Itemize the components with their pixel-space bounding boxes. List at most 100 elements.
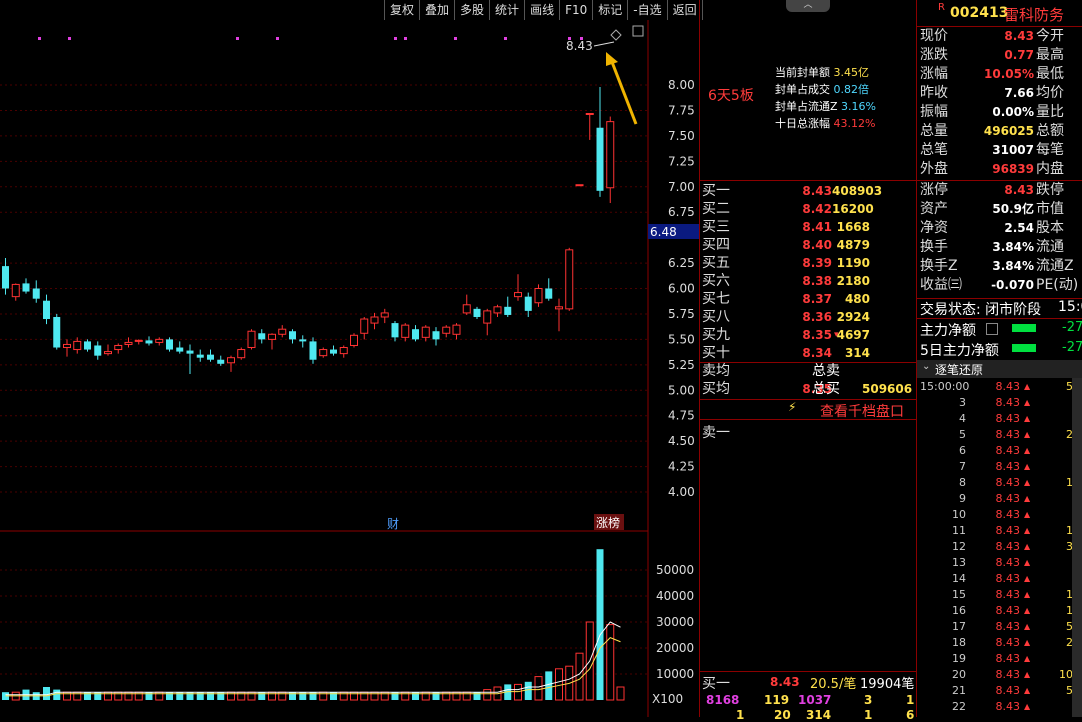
price-tick-label: 7.75 [668, 103, 695, 117]
kline-chart[interactable]: 8.00 7.75 7.50 7.25 7.00 6.75 6.25 6.00 5.75 5.50… [0, 0, 700, 717]
tick-price: 8.43 [995, 636, 1021, 649]
candle-body [350, 334, 358, 346]
collapse-panel-button[interactable]: ︿ [786, 0, 830, 12]
bid-row[interactable]: 买九 8.35 ▾ 4697 [702, 326, 914, 344]
tick-time: 17 [952, 620, 966, 633]
bid-row[interactable]: 买十 8.34 314 [702, 344, 914, 362]
event-dot [38, 37, 41, 40]
quote-value: 0.77 [1004, 48, 1034, 62]
main-net-bar [1012, 324, 1036, 332]
quote-label: 流通 [1036, 239, 1064, 255]
bid-label: 买五 [702, 255, 730, 271]
thousand-level-link[interactable]: 查看千档盘口 [820, 401, 904, 421]
tick-time: 14 [952, 572, 966, 585]
bid-price: 8.37 [802, 292, 832, 306]
bid-row[interactable]: 买三 8.41 1668 [702, 218, 914, 236]
volume-bar [596, 549, 604, 700]
divider [917, 318, 1082, 319]
price-tick-label: 7.25 [668, 154, 695, 168]
quote-label: 换手 [920, 239, 948, 255]
volume-tick-label: 40000 [656, 589, 694, 603]
price-tick-label: 5.75 [668, 307, 695, 321]
candle-body [237, 349, 246, 359]
quote-label: 昨收 [920, 85, 948, 101]
bid-row[interactable]: 买五 8.39 1190 [702, 254, 914, 272]
candle-body [339, 347, 348, 355]
bid-volume: 408903 [832, 184, 883, 198]
candle-body [104, 351, 112, 355]
price-tick-label: 4.25 [668, 460, 695, 474]
candle-body [207, 354, 214, 360]
toolbar-mark-button[interactable]: 标记 [593, 0, 629, 20]
candle-body [217, 359, 225, 364]
bottom-buy1-count: 19904笔 [860, 677, 915, 692]
toolbar-back-button[interactable]: 返回 [667, 0, 703, 20]
candle-body [545, 288, 553, 299]
toolbar-f10-button[interactable]: F10 [560, 0, 594, 20]
tick-row: 98.43▲1 [920, 491, 1080, 507]
toolbar-stats-button[interactable]: 统计 [490, 0, 526, 20]
volume-tick-label: 10000 [656, 667, 694, 681]
candle-body [73, 340, 82, 351]
volume-bar [483, 689, 492, 701]
toolbar-multistock-button[interactable]: 多股 [455, 0, 491, 20]
bid-label: 买十 [702, 345, 730, 361]
candle-body [596, 127, 604, 191]
tick-header[interactable]: ⌄ 逐笔还原 [917, 360, 1082, 378]
bid-price: 8.42 [802, 202, 832, 216]
candle-body [421, 326, 430, 338]
quote-label: 市值 [1036, 201, 1064, 217]
bid-label: 买一 [702, 183, 730, 199]
quote-row: 现价 8.43 今开 [920, 27, 1082, 46]
event-dot [394, 37, 397, 40]
candle-body [278, 328, 287, 335]
quote-row: 外盘 96839 内盘 [920, 160, 1082, 179]
price-tick-label: 8.00 [668, 78, 695, 92]
bottom-buy1-avg: 20.5/笔 [810, 677, 857, 692]
candle-body [94, 345, 102, 356]
tick-row: 118.43▲10 [920, 523, 1080, 539]
bid-row[interactable]: 买四 8.40 4879 [702, 236, 914, 254]
trade-status: 交易状态: 闭市阶段 [920, 302, 1042, 318]
candle-body [166, 339, 173, 350]
tick-row: 178.43▲50 [920, 619, 1080, 635]
candle-body [534, 288, 543, 304]
toolbar-draw-button[interactable]: 画线 [525, 0, 561, 20]
candle-body [196, 354, 204, 358]
tick-time: 18 [952, 636, 966, 649]
tick-row: 218.43▲50 [920, 683, 1080, 699]
list-icon[interactable] [986, 323, 998, 335]
candle-body [11, 283, 20, 298]
toolbar-fuquan-button[interactable]: 复权 [385, 0, 421, 20]
tick-time: 9 [959, 492, 966, 505]
bid-row[interactable]: 买一 8.43 408903 [702, 182, 914, 200]
bottom-buy1-label: 买一 [702, 676, 730, 692]
bid-row[interactable]: 买八 8.36 2924 [702, 308, 914, 326]
divider [700, 671, 916, 672]
quote-value: 50.9亿 [992, 202, 1034, 216]
tick-price: 8.43 [995, 700, 1021, 713]
event-dot [68, 37, 71, 40]
toolbar-remove-watchlist-button[interactable]: -自选 [628, 0, 668, 20]
candle-body [124, 341, 133, 345]
candle-body [555, 306, 563, 310]
main-net5-label: 5日主力净额 [920, 343, 999, 359]
quote-row: 昨收 7.66 均价 [920, 84, 1082, 103]
marker-arrow [593, 41, 615, 47]
tick-time: 11 [952, 524, 966, 537]
tick-scrollbar[interactable] [1072, 378, 1082, 717]
tick-price: 8.43 [995, 684, 1021, 697]
current-price-label: 6.48 [650, 225, 677, 239]
candle-body [258, 333, 266, 340]
quote-label: 最高 [1036, 47, 1064, 63]
toolbar-overlay-button[interactable]: 叠加 [420, 0, 456, 20]
quote-value: 8.43 [1004, 29, 1034, 43]
trade-time: 15:0 [1058, 299, 1082, 315]
quote-label: 振幅 [920, 104, 948, 120]
quote-value: 2.54 [1004, 221, 1034, 235]
chevron-down-icon: ⌄ [922, 361, 931, 372]
bid-row[interactable]: 买二 8.42 16200 [702, 200, 914, 218]
bid-row[interactable]: 买六 8.38 2180 [702, 272, 914, 290]
bid-row[interactable]: 买七 8.37 480 [702, 290, 914, 308]
quote-value: -0.070 [991, 278, 1034, 292]
